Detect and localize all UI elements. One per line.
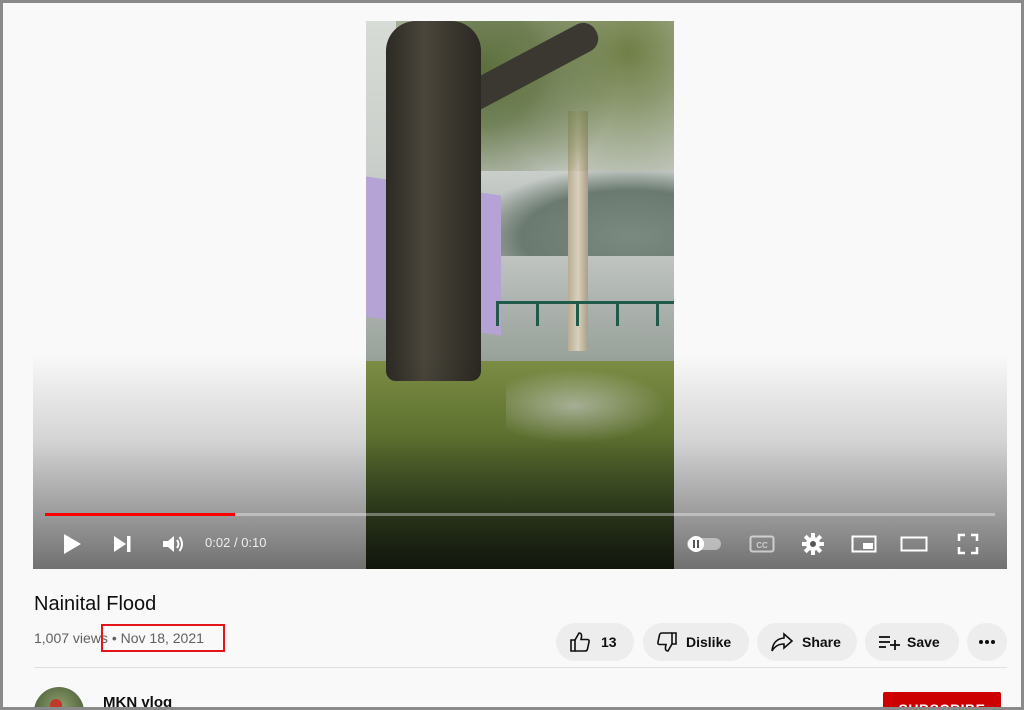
share-label: Share	[802, 634, 841, 650]
next-button[interactable]	[107, 530, 137, 558]
dislike-label: Dislike	[686, 634, 732, 650]
autoplay-toggle[interactable]	[683, 530, 725, 558]
time-current: 0:02	[205, 535, 231, 550]
time-total: 0:10	[241, 535, 267, 550]
save-label: Save	[907, 634, 940, 650]
svg-text:CC: CC	[756, 541, 768, 550]
cc-icon: CC	[749, 534, 775, 554]
play-button[interactable]	[57, 530, 87, 558]
divider	[34, 667, 1007, 668]
dislike-button[interactable]: Dislike	[643, 623, 749, 661]
channel-avatar[interactable]	[34, 687, 84, 707]
video-title: Nainital Flood	[34, 593, 157, 615]
progress-bar[interactable]	[45, 513, 995, 516]
share-icon	[770, 631, 794, 653]
share-button[interactable]: Share	[757, 623, 857, 661]
theater-button[interactable]	[897, 530, 931, 558]
volume-icon	[161, 533, 185, 555]
next-icon	[111, 534, 133, 554]
progress-fill	[45, 513, 235, 516]
thumbs-up-icon	[569, 631, 591, 653]
date-highlight-box	[101, 624, 225, 652]
window-frame: 0:02 / 0:10 CC Nainital Flood 1,007 view…	[0, 0, 1024, 710]
gear-icon	[801, 532, 825, 556]
thumbs-down-icon	[656, 631, 678, 653]
video-player[interactable]: 0:02 / 0:10 CC	[33, 21, 1007, 569]
miniplayer-button[interactable]	[847, 530, 881, 558]
time-display: 0:02 / 0:10	[205, 535, 267, 550]
like-button[interactable]: 13	[556, 623, 634, 661]
autoplay-toggle-icon	[685, 534, 723, 554]
settings-button[interactable]	[797, 530, 829, 558]
play-icon	[62, 533, 82, 555]
theater-icon	[900, 534, 928, 554]
subscribe-label: SUBSCRIBE	[898, 701, 986, 710]
view-count: 1,007 views	[34, 630, 108, 646]
volume-button[interactable]	[157, 530, 189, 558]
like-count: 13	[601, 634, 617, 650]
add-to-playlist-icon	[877, 632, 901, 652]
captions-button[interactable]: CC	[745, 530, 779, 558]
fullscreen-icon	[957, 533, 979, 555]
miniplayer-icon	[851, 534, 877, 554]
fullscreen-button[interactable]	[951, 530, 985, 558]
subscribe-button[interactable]: SUBSCRIBE	[883, 692, 1001, 710]
channel-name[interactable]: MKN vlog	[103, 694, 172, 707]
more-icon	[978, 639, 996, 645]
save-button[interactable]: Save	[865, 623, 959, 661]
more-actions-button[interactable]	[967, 623, 1007, 661]
time-separator: /	[233, 535, 238, 550]
